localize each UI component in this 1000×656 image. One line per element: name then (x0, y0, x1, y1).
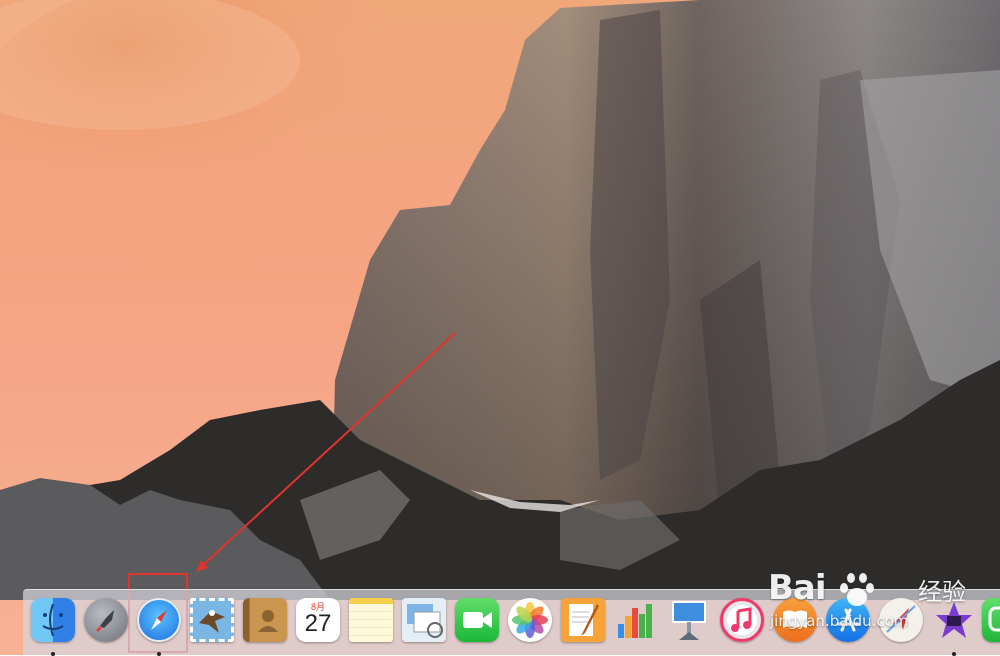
finder-icon (31, 598, 75, 642)
dock-item-imovie[interactable] (932, 598, 976, 656)
location-arrow-icon (879, 598, 923, 642)
dock-item-numbers[interactable] (614, 598, 658, 642)
eagle-stamp-icon (190, 598, 234, 642)
rocket-icon (84, 598, 128, 642)
book-icon (773, 598, 817, 642)
star-film-icon (932, 598, 976, 642)
dock-item-keynote[interactable] (667, 598, 711, 642)
music-note-icon (720, 598, 764, 642)
dock-item-messages[interactable] (982, 598, 1000, 642)
dock-item-launchpad[interactable] (84, 598, 128, 642)
running-indicator (51, 652, 55, 656)
dock-item-facetime[interactable] (455, 598, 499, 642)
calendar-icon: 8月 27 (296, 598, 340, 642)
pen-paper-icon (561, 598, 605, 642)
bar-chart-icon (614, 598, 658, 642)
desktop-wallpaper (0, 0, 1000, 655)
dock-item-mail[interactable] (190, 598, 234, 642)
running-indicator (157, 652, 161, 656)
dock-item-calendar[interactable]: 8月 27 (296, 598, 340, 642)
dock-item-itunes[interactable] (720, 598, 764, 642)
dock-item-pages[interactable] (561, 598, 605, 642)
photos-preview-icon (402, 598, 446, 642)
dock-item-photos[interactable] (508, 598, 552, 642)
dock-item-safari[interactable] (137, 598, 181, 656)
notepad-icon (349, 598, 393, 642)
dock: 8月 27 (23, 589, 1000, 656)
app-store-icon (826, 598, 870, 642)
compass-icon (137, 598, 181, 642)
dock-item-app-store[interactable] (826, 598, 870, 642)
address-book-icon (243, 598, 287, 642)
running-indicator (952, 652, 956, 656)
dock-item-maps[interactable] (879, 598, 923, 642)
dock-item-notes[interactable] (349, 598, 393, 642)
dock-item-ibooks[interactable] (773, 598, 817, 642)
calendar-day: 27 (304, 610, 332, 637)
dock-item-preview[interactable] (402, 598, 446, 642)
video-camera-icon (455, 598, 499, 642)
flower-icon (508, 598, 552, 642)
chat-bubble-icon (982, 598, 1000, 642)
podium-icon (667, 598, 711, 642)
dock-item-finder[interactable] (31, 598, 75, 656)
dock-item-contacts[interactable] (243, 598, 287, 642)
